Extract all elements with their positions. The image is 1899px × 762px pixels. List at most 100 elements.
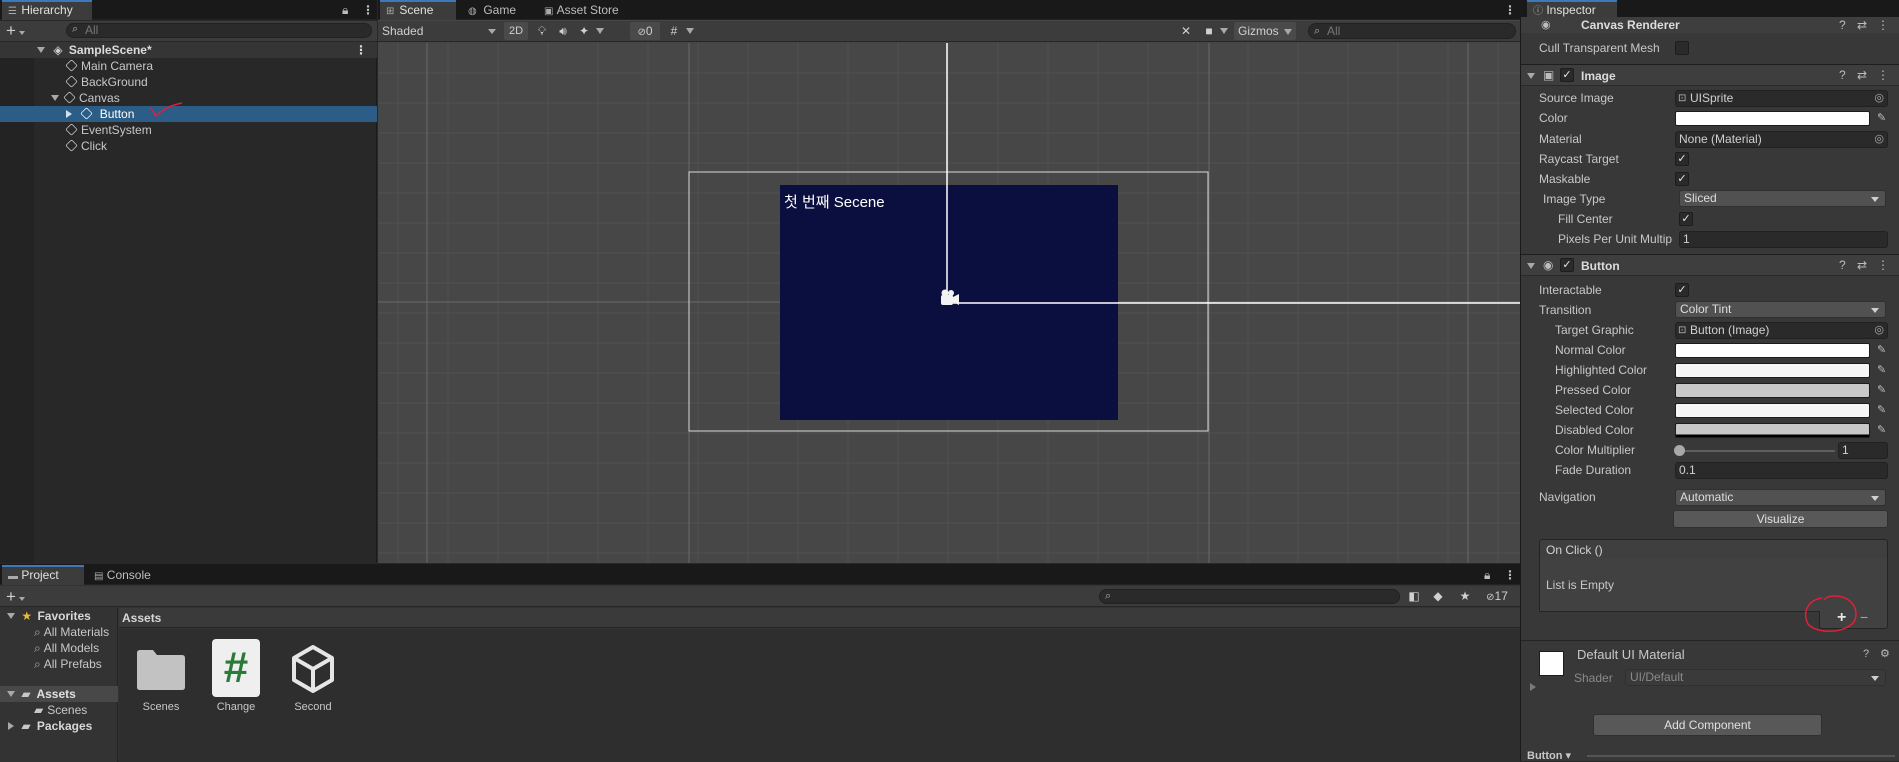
hierarchy-item-canvas[interactable]: Canvas — [51, 90, 351, 106]
eyedropper-icon[interactable]: ✎ — [1877, 424, 1889, 436]
packages-folder-row[interactable]: ▰ Packages — [0, 718, 118, 734]
image-component-header[interactable]: ▣ ✓ Image ? ⇄ ⋮ — [1521, 64, 1899, 86]
image-enabled-checkbox[interactable]: ✓ — [1560, 68, 1574, 82]
shader-dropdown[interactable]: UI/Default — [1625, 669, 1886, 686]
search-by-type-icon[interactable]: ◧ — [1404, 587, 1424, 605]
lock-icon[interactable]: 🔒︎ — [342, 3, 348, 17]
create-asset-button[interactable]: + — [6, 586, 25, 607]
add-component-button[interactable]: Add Component — [1593, 714, 1822, 736]
component-menu-icon[interactable]: ⋮ — [1877, 68, 1889, 82]
scene-viewport[interactable] — [378, 43, 1520, 563]
image-type-dropdown[interactable]: Sliced — [1679, 190, 1886, 207]
asset-item-change[interactable]: # Change — [206, 639, 266, 713]
fill-center-checkbox[interactable]: ✓ — [1679, 212, 1693, 226]
expand-arrow-icon[interactable] — [1527, 263, 1535, 269]
camera-icon[interactable]: ■ — [1200, 22, 1218, 40]
more-menu-icon[interactable]: ⋮ — [362, 3, 374, 17]
expand-material-icon[interactable] — [1530, 680, 1536, 694]
scene-search-input[interactable]: ⌕ All — [1308, 23, 1516, 39]
settings-gear-icon[interactable]: ⚙ — [1880, 647, 1890, 661]
presets-icon[interactable]: ⇄ — [1857, 18, 1867, 32]
object-picker-icon[interactable]: ◎ — [1874, 323, 1884, 338]
effects-icon[interactable]: ✦ — [574, 22, 594, 40]
inspector-bottom-tab[interactable]: Button ▾ — [1527, 751, 1587, 761]
audio-icon[interactable]: 🔊︎ — [553, 22, 573, 40]
gizmos-dropdown[interactable]: Gizmos — [1234, 22, 1296, 40]
navigation-dropdown[interactable]: Automatic — [1675, 489, 1886, 506]
visualize-button[interactable]: Visualize — [1673, 510, 1888, 528]
tab-scene[interactable]: ⊞ Scene — [380, 0, 456, 20]
eyedropper-icon[interactable]: ✎ — [1877, 364, 1889, 376]
hierarchy-item-click[interactable]: Click — [65, 138, 366, 154]
hierarchy-item-main-camera[interactable]: Main Camera — [65, 58, 366, 74]
help-icon[interactable]: ? — [1839, 258, 1846, 272]
scene-root-row[interactable]: ◈ SampleScene* ⋮ — [0, 42, 377, 58]
disabled-color-swatch[interactable] — [1675, 423, 1870, 438]
target-graphic-field[interactable]: ⊡ Button (Image) ◎ — [1675, 322, 1888, 339]
button-enabled-checkbox[interactable]: ✓ — [1560, 258, 1574, 272]
slider-handle[interactable] — [1674, 445, 1685, 456]
camera-dropdown[interactable] — [1218, 22, 1230, 40]
object-picker-icon[interactable]: ◎ — [1874, 91, 1884, 106]
component-menu-icon[interactable]: ⋮ — [1877, 258, 1889, 272]
tab-console[interactable]: ▤ Console — [88, 565, 170, 585]
help-icon[interactable]: ? — [1863, 647, 1869, 661]
breadcrumb-assets[interactable]: Assets — [122, 611, 161, 625]
project-search-input[interactable]: ⌕ — [1099, 589, 1400, 604]
presets-icon[interactable]: ⇄ — [1857, 258, 1867, 272]
grid-snap-icon[interactable]: # — [664, 22, 684, 40]
raycast-target-checkbox[interactable]: ✓ — [1675, 152, 1689, 166]
shading-mode-dropdown[interactable]: Shaded — [382, 23, 500, 39]
pressed-color-swatch[interactable] — [1675, 383, 1870, 398]
grid-dropdown[interactable] — [684, 22, 696, 40]
scenes-folder-row[interactable]: ▰ Scenes — [34, 702, 118, 718]
normal-color-swatch[interactable] — [1675, 343, 1870, 358]
tab-asset-store[interactable]: ▣ Asset Store — [538, 0, 638, 20]
hierarchy-item-eventsystem[interactable]: EventSystem — [65, 122, 366, 138]
favorite-star-icon[interactable]: ★ — [1455, 587, 1475, 605]
asset-item-second[interactable]: Second — [283, 639, 343, 713]
source-image-field[interactable]: ⊡ UISprite ◎ — [1675, 90, 1888, 107]
eyedropper-icon[interactable]: ✎ — [1877, 384, 1889, 396]
lighting-icon[interactable]: 💡︎ — [532, 22, 552, 40]
fade-duration-field[interactable]: 0.1 — [1675, 462, 1888, 479]
favorite-all-prefabs[interactable]: ⌕ All Prefabs — [34, 656, 118, 672]
hierarchy-item-background[interactable]: BackGround — [65, 74, 366, 90]
highlighted-color-swatch[interactable] — [1675, 363, 1870, 378]
color-multiplier-slider[interactable] — [1675, 450, 1835, 452]
favorite-all-models[interactable]: ⌕ All Models — [34, 640, 118, 656]
canvas-renderer-header[interactable]: ◉ Canvas Renderer ? ⇄ ⋮ — [1521, 17, 1899, 33]
component-menu-icon[interactable]: ⋮ — [1877, 18, 1889, 32]
tab-game[interactable]: ◍ Game — [462, 0, 532, 20]
asset-item-scenes[interactable]: Scenes — [131, 639, 191, 713]
object-picker-icon[interactable]: ◎ — [1874, 132, 1884, 147]
pixels-per-unit-field[interactable]: 1 — [1679, 231, 1888, 248]
create-button[interactable]: + — [6, 21, 25, 41]
eyedropper-icon[interactable]: ✎ — [1877, 112, 1889, 124]
scene-menu-icon[interactable]: ⋮ — [355, 42, 367, 58]
hidden-packages-toggle[interactable]: ⊘17 — [1478, 587, 1516, 605]
eyedropper-icon[interactable]: ✎ — [1877, 344, 1889, 356]
hierarchy-item-button[interactable]: Button — [0, 106, 377, 122]
material-field[interactable]: None (Material) ◎ — [1675, 131, 1888, 148]
interactable-checkbox[interactable]: ✓ — [1675, 283, 1689, 297]
help-icon[interactable]: ? — [1839, 18, 1846, 32]
effects-dropdown[interactable] — [594, 22, 606, 40]
tools-icon[interactable]: ✕ — [1176, 22, 1196, 40]
hierarchy-search-input[interactable]: ⌕ All — [66, 23, 372, 38]
cull-transparent-mesh-checkbox[interactable] — [1675, 41, 1689, 55]
more-menu-icon[interactable]: ⋮ — [1504, 568, 1516, 582]
button-component-header[interactable]: ◉ ✓ Button ? ⇄ ⋮ — [1521, 254, 1899, 276]
expand-arrow-icon[interactable] — [1527, 73, 1535, 79]
more-menu-icon[interactable]: ⋮ — [1504, 3, 1516, 17]
transition-dropdown[interactable]: Color Tint — [1675, 301, 1886, 318]
favorite-all-materials[interactable]: ⌕ All Materials — [34, 624, 118, 640]
eyedropper-icon[interactable]: ✎ — [1877, 404, 1889, 416]
assets-folder-row[interactable]: ▰ Assets — [0, 686, 118, 702]
presets-icon[interactable]: ⇄ — [1857, 68, 1867, 82]
maskable-checkbox[interactable]: ✓ — [1675, 172, 1689, 186]
remove-event-button[interactable]: − — [1860, 609, 1868, 625]
hidden-objects-toggle[interactable]: ⊘0 — [630, 22, 660, 40]
help-icon[interactable]: ? — [1839, 68, 1846, 82]
search-by-label-icon[interactable]: ◆ — [1428, 587, 1448, 605]
